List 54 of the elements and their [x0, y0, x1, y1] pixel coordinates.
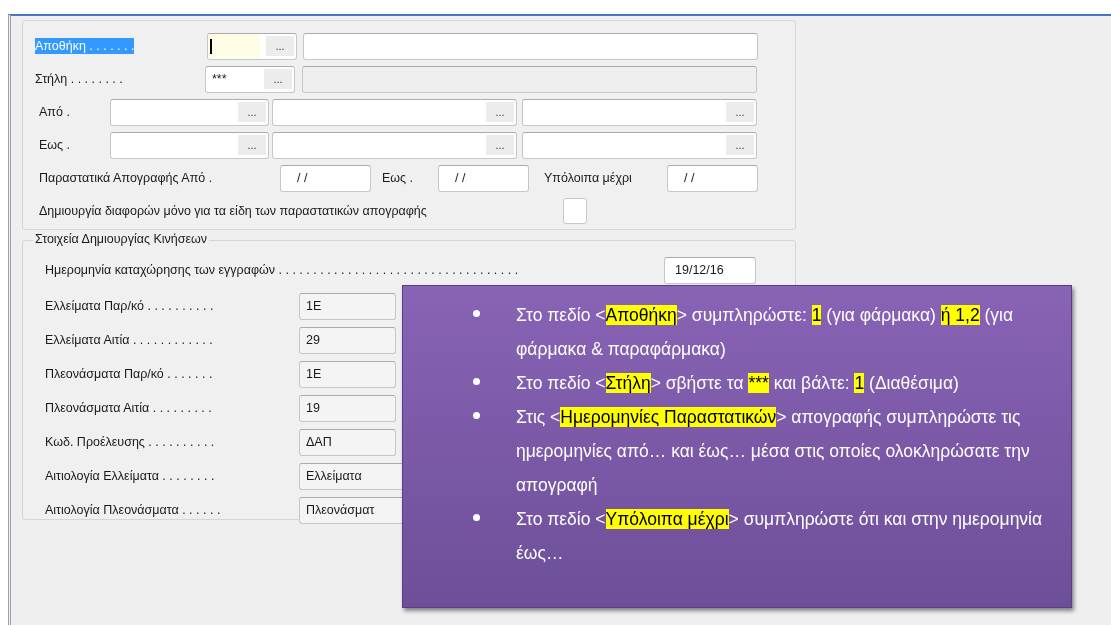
bullet-icon — [473, 378, 480, 385]
value-field[interactable]: 1E — [299, 292, 396, 320]
bullet-icon — [473, 514, 480, 521]
field-label: Παραστατικά Απογραφής Από . — [39, 171, 214, 185]
lookup-field[interactable]: ... — [522, 131, 757, 159]
value-field[interactable]: ΔΑΠ — [299, 428, 396, 456]
value-field[interactable]: 29 — [299, 326, 396, 354]
description-field[interactable] — [303, 32, 758, 60]
checkbox-label: Δημιουργία διαφορών μόνο για τα είδη των παραστατικών απογραφής — [39, 204, 428, 218]
value-field[interactable]: 19 — [299, 394, 396, 422]
lookup-field[interactable]: ... — [110, 131, 269, 159]
checkbox[interactable] — [563, 198, 587, 224]
group-title: Στοιχεία Δημιουργίας Κινήσεων — [33, 232, 210, 246]
instruction-text: Στο πεδίο <Στήλη> σβήστε τα *** και βάλτε: 1 (Διαθέσιμα) — [516, 372, 959, 395]
field-label: Αιτιολογία Ελλείματα . . . . . . . . — [45, 469, 216, 483]
field-label: Υπόλοιπα μέχρι — [544, 171, 633, 185]
value-field[interactable]: Ελλείματα — [299, 462, 403, 490]
instruction-text: Στις <Ημερομηνίες Παραστατικών> απογραφής συμπληρώστε τις ημερομηνίες από… και έως… μέσα στις οποίες ολοκληρώσατε την απογραφή — [516, 406, 1031, 497]
value-field[interactable]: Πλεονάσματ — [299, 496, 403, 524]
field-label: Αποθήκη . . . . . . . — [35, 38, 135, 54]
field-label: Ημερομηνία καταχώρησης των εγγραφών . . . . . . . . . . . . . . . . . . . . . . . . . . . . . . . . . . . — [45, 263, 520, 277]
field-label: Στήλη . . . . . . . . — [35, 71, 123, 87]
field-label: Ελλείματα Παρ/κό . . . . . . . . . . — [45, 299, 215, 313]
bullet-icon — [473, 412, 480, 419]
field-label: Πλεονάσματα Αιτία . . . . . . . . . — [45, 401, 213, 415]
date-field[interactable]: / / — [280, 164, 371, 192]
browse-button[interactable]: ... — [266, 36, 294, 56]
instruction-text: Στο πεδίο <Υπόλοιπα μέχρι> συμπληρώστε ότι και στην ημερομηνία έως… — [516, 508, 1044, 565]
field-label: Εως . — [39, 138, 72, 152]
lookup-field[interactable]: ... — [272, 131, 517, 159]
browse-button[interactable]: ... — [264, 69, 292, 89]
field-label: Εως . — [382, 171, 415, 185]
date-field[interactable]: / / — [667, 164, 758, 192]
date-field[interactable]: 19/12/16 — [664, 256, 756, 284]
field-label: Αιτιολογία Πλεονάσματα . . . . . . — [45, 503, 222, 517]
lookup-field[interactable]: ... — [272, 98, 517, 126]
browse-button[interactable]: ... — [726, 135, 754, 155]
date-field[interactable]: / / — [438, 164, 529, 192]
browse-button[interactable]: ... — [726, 102, 754, 122]
value-field[interactable]: 1E — [299, 360, 396, 388]
field-label: Από . — [39, 105, 71, 119]
browse-button[interactable]: ... — [238, 102, 266, 122]
code-field[interactable]: *** ... — [205, 65, 295, 93]
code-field[interactable]: ... — [207, 32, 297, 60]
browse-button[interactable]: ... — [486, 135, 514, 155]
browse-button[interactable]: ... — [486, 102, 514, 122]
field-label: Ελλείματα Αιτία . . . . . . . . . . . . — [45, 333, 214, 347]
field-label: Κωδ. Προέλευσης . . . . . . . . . . — [45, 435, 216, 449]
lookup-field[interactable]: ... — [110, 98, 269, 126]
bullet-icon — [473, 310, 480, 317]
field-label: Πλεονάσματα Παρ/κό . . . . . . . — [45, 367, 214, 381]
text-cursor-icon — [210, 38, 212, 54]
browse-button[interactable]: ... — [238, 135, 266, 155]
lookup-field[interactable]: ... — [522, 98, 757, 126]
